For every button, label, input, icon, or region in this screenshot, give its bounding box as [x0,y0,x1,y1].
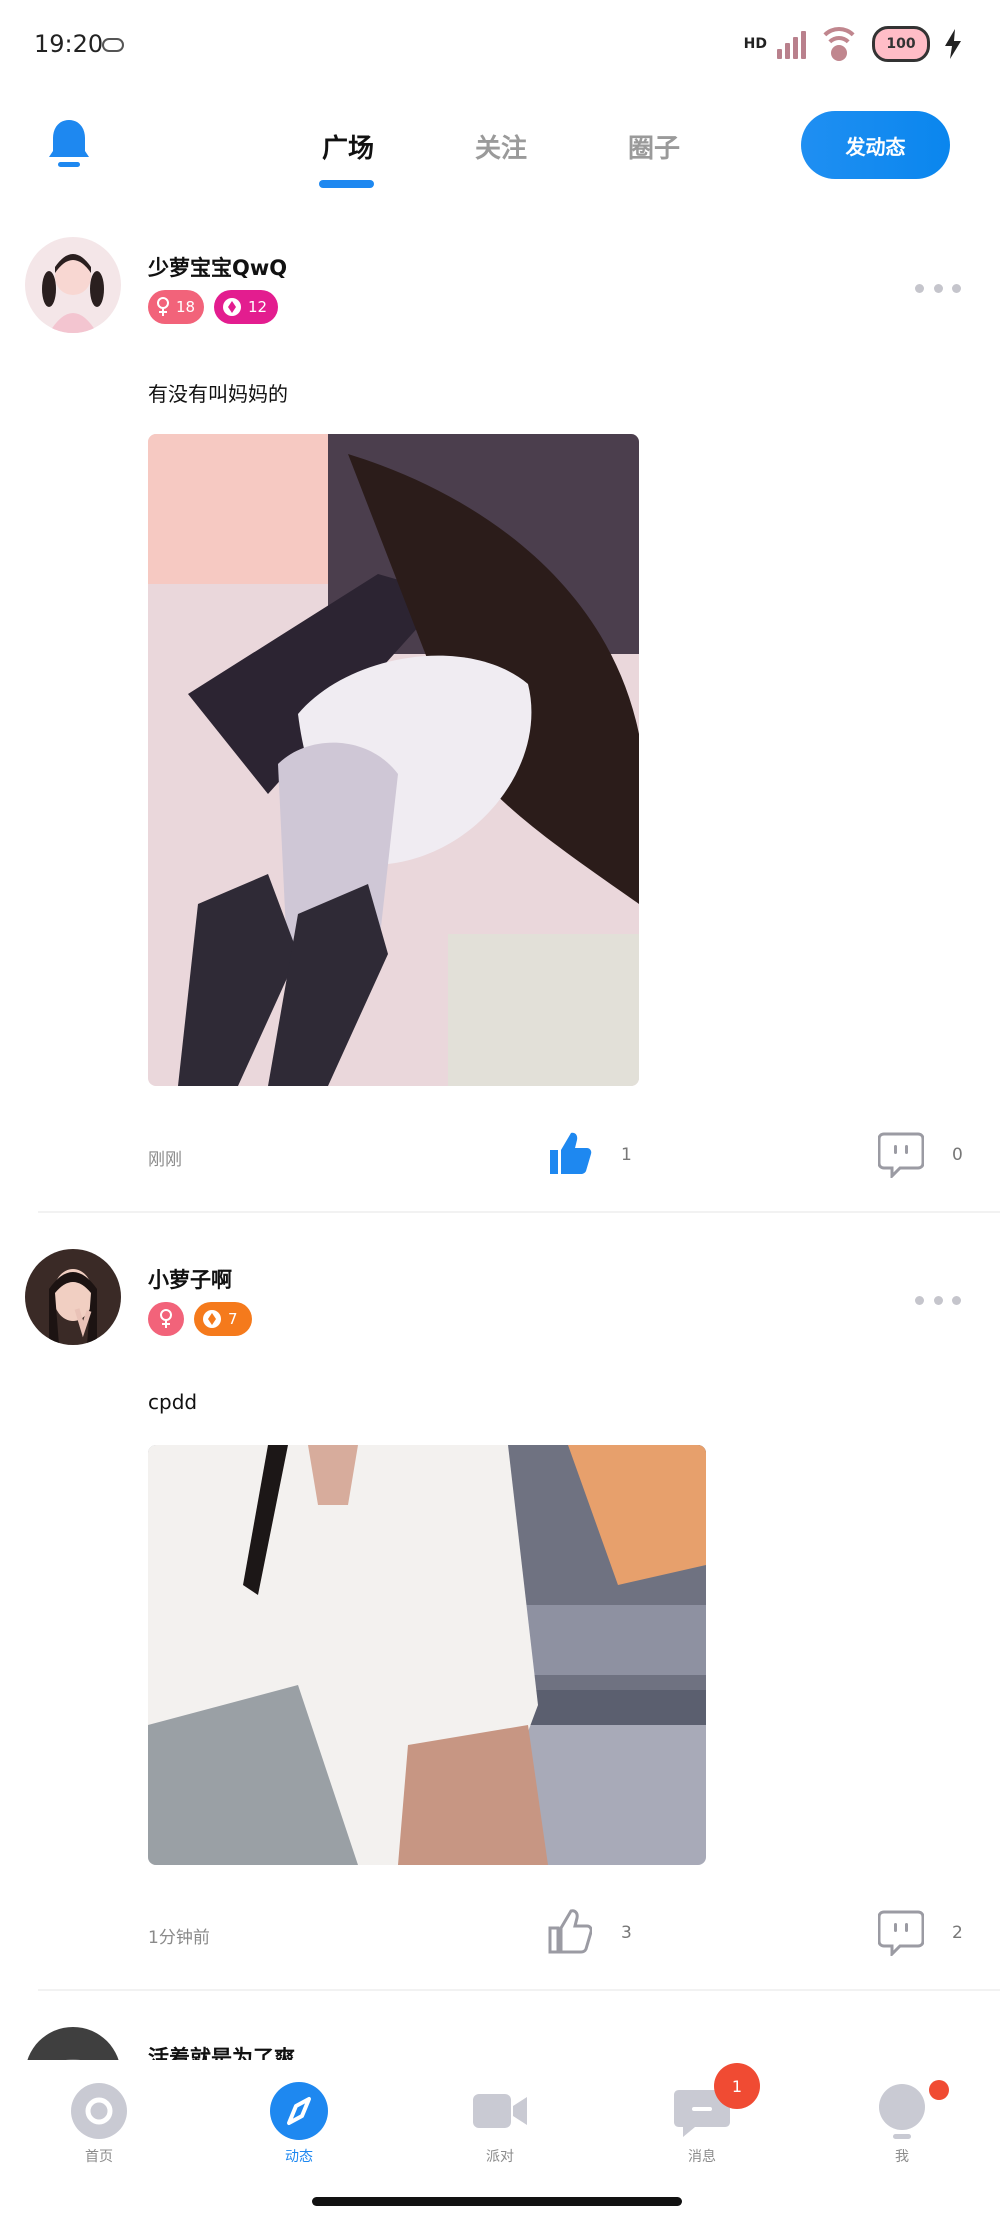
unread-badge: 1 [714,2063,760,2109]
wifi-icon [817,27,861,61]
nav-label: 动态 [285,2149,313,2165]
like-count: 3 [621,1923,632,1943]
like-icon[interactable] [548,1908,592,1954]
post-username[interactable]: 少萝宝宝QwQ [148,252,287,282]
female-icon [157,297,169,316]
level-badge: 7 [194,1302,252,1336]
gender-age-badge: 18 [148,290,204,324]
post-text: cpdd [148,1390,198,1414]
comment-icon[interactable] [878,1910,924,1956]
like-count: 1 [621,1145,632,1165]
age-value: 18 [176,298,196,316]
post-text: 有没有叫妈妈的 [148,382,288,406]
nav-label: 派对 [486,2149,514,2165]
nav-item-party[interactable]: 派对 [440,2082,560,2166]
level-value: 7 [228,1310,238,1328]
hd-label: HD [743,36,767,52]
divider [38,1989,1000,1991]
video-icon [473,2094,527,2128]
level-value: 12 [248,298,268,316]
post-button[interactable]: 发动态 [801,111,950,179]
comment-count: 0 [952,1145,963,1165]
divider [38,1211,1000,1213]
home-icon [71,2083,127,2139]
level-badge: 12 [214,290,278,324]
nav-label: 消息 [688,2149,716,2165]
home-indicator[interactable] [312,2197,682,2206]
compass-icon [270,2082,328,2140]
like-icon[interactable] [548,1130,592,1176]
tab-square[interactable]: 广场 [322,128,374,165]
nav-item-feed[interactable]: 动态 [239,2082,359,2166]
comment-count: 2 [952,1923,963,1943]
post-image[interactable] [148,434,639,1086]
more-options-icon[interactable] [915,1296,961,1306]
avatar[interactable] [25,237,121,333]
cloud-icon [102,38,124,52]
nav-item-home[interactable]: 首页 [39,2082,159,2166]
tab-circles[interactable]: 圈子 [628,128,680,165]
signal-icon [777,29,806,59]
active-tab-indicator [319,180,374,188]
status-icons: HD 100 [744,26,962,62]
nav-label: 首页 [85,2149,113,2165]
avatar[interactable] [25,1249,121,1345]
more-options-icon[interactable] [915,284,961,294]
profile-icon [879,2084,925,2139]
battery-icon: 100 [872,26,930,62]
status-time: 19:20 [34,30,104,58]
tab-following[interactable]: 关注 [475,128,527,165]
post-image[interactable] [148,1445,706,1865]
nav-label: 我 [895,2149,909,2165]
charging-icon [945,29,961,59]
bell-icon[interactable] [46,118,92,168]
gender-badge [148,1302,184,1336]
diamond-icon [203,1310,221,1328]
post-username[interactable]: 小萝子啊 [148,1264,232,1294]
battery-level: 100 [886,36,916,52]
post-timestamp: 1分钟前 [148,1928,210,1948]
comment-icon[interactable] [878,1132,924,1178]
notification-dot [929,2080,949,2100]
post-timestamp: 刚刚 [148,1150,182,1170]
female-icon [160,1309,172,1328]
diamond-icon [223,298,241,316]
